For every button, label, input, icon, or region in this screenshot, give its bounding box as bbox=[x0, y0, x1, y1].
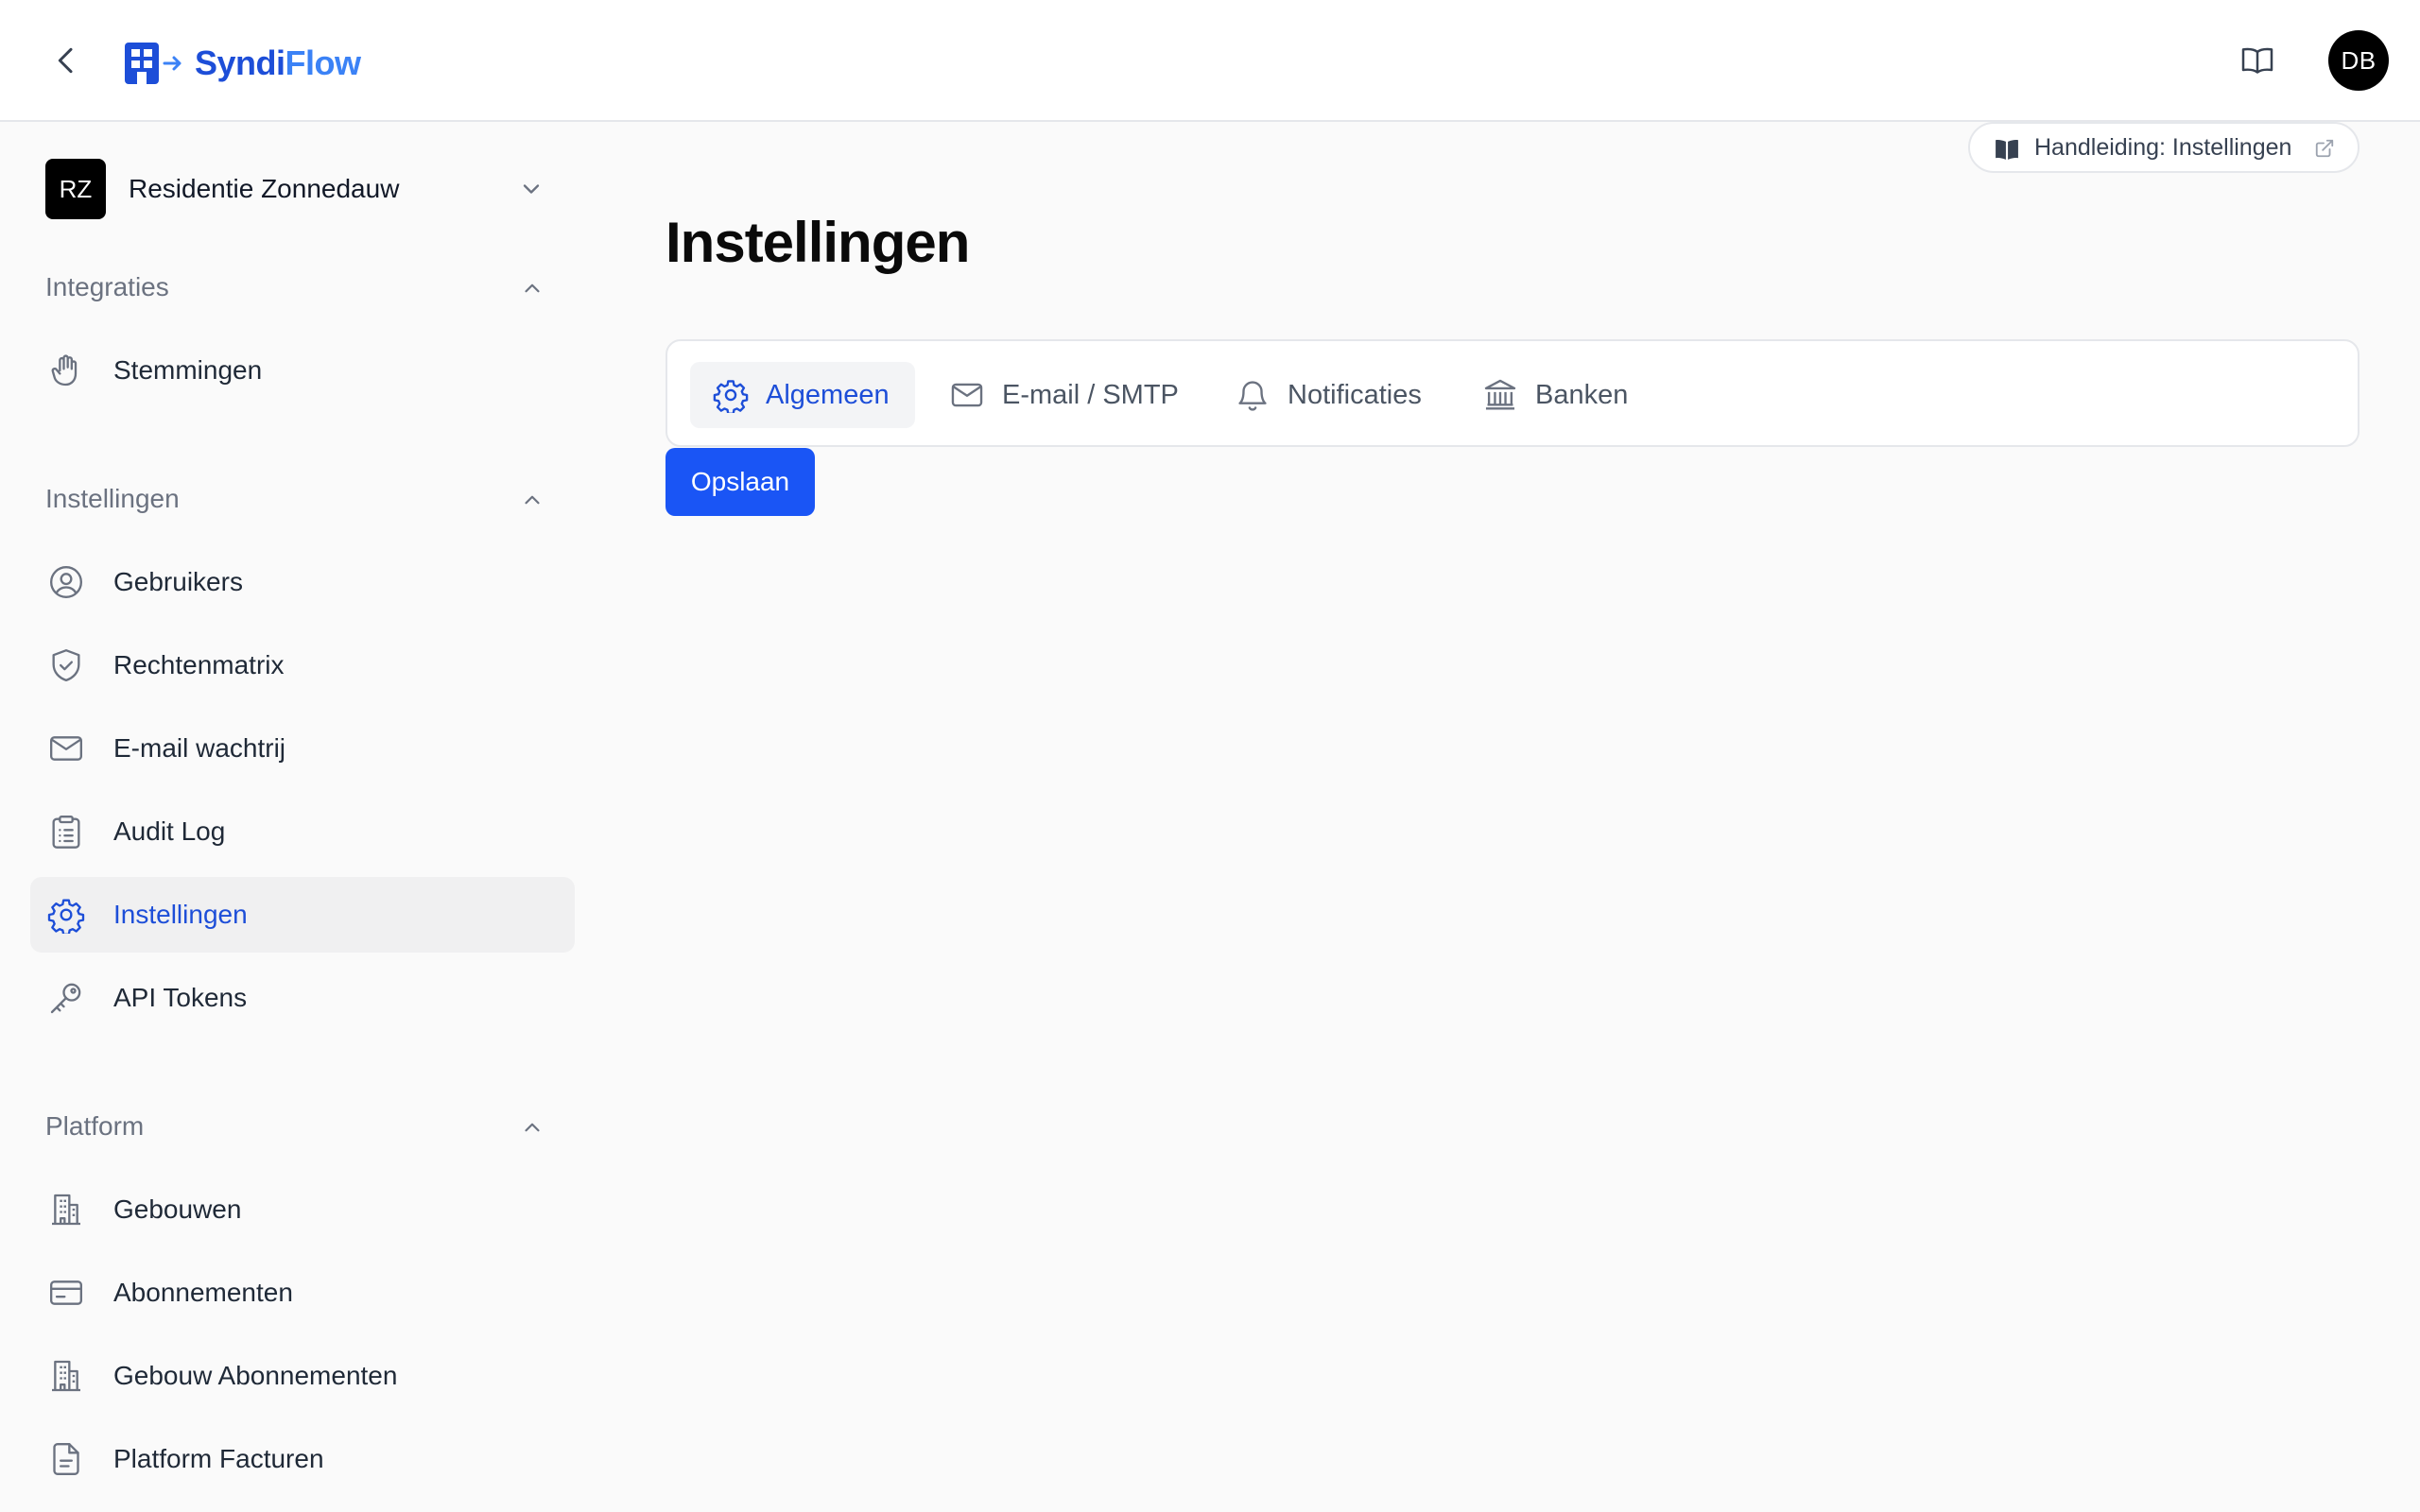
page-title: Instellingen bbox=[666, 211, 970, 274]
manual-link-label: Handleiding: Instellingen bbox=[2034, 133, 2292, 161]
sidebar-item-email-wachtrij[interactable]: E-mail wachtrij bbox=[30, 711, 575, 786]
file-text-icon bbox=[53, 1443, 79, 1475]
section-integraties[interactable]: Integraties bbox=[45, 268, 556, 306]
sidebar-item-label: E-mail wachtrij bbox=[113, 733, 286, 763]
mail-icon bbox=[951, 383, 983, 407]
sidebar-item-instellingen[interactable]: Instellingen bbox=[30, 877, 575, 953]
tab-notificaties[interactable]: Notificaties bbox=[1212, 362, 1439, 428]
section-instellingen[interactable]: Instellingen bbox=[45, 480, 556, 518]
gear-icon bbox=[713, 380, 749, 413]
tab-label: Notificaties bbox=[1288, 379, 1422, 410]
org-name: Residentie Zonnedauw bbox=[129, 174, 400, 203]
logo-icon bbox=[125, 43, 182, 84]
sidebar-item-gebruikers[interactable]: Gebruikers bbox=[30, 544, 575, 620]
book-open-icon bbox=[2241, 47, 2273, 74]
section-title: Instellingen bbox=[45, 484, 180, 513]
user-avatar[interactable]: DB bbox=[2328, 30, 2389, 91]
credit-card-icon bbox=[50, 1280, 83, 1305]
building-icon bbox=[52, 1194, 80, 1226]
sidebar-item-label: Gebruikers bbox=[113, 567, 243, 596]
sidebar-item-label: Platform Facturen bbox=[113, 1444, 324, 1473]
organization-switcher[interactable]: RZ Residentie Zonnedauw bbox=[45, 159, 556, 219]
chevron-up-icon bbox=[525, 495, 540, 505]
clipboard-list-icon bbox=[52, 816, 80, 849]
sidebar-item-rechtenmatrix[interactable]: Rechtenmatrix bbox=[30, 627, 575, 703]
shield-check-icon bbox=[52, 649, 80, 681]
app-logo[interactable]: SyndiFlow bbox=[123, 40, 361, 87]
chevron-up-icon bbox=[525, 284, 540, 293]
chevron-down-icon bbox=[523, 184, 540, 194]
bell-icon bbox=[1238, 381, 1267, 411]
sidebar-item-gebouwen[interactable]: Gebouwen bbox=[30, 1172, 575, 1247]
sidebar-item-stemmingen[interactable]: Stemmingen bbox=[30, 333, 575, 408]
sidebar-item-label: Stemmingen bbox=[113, 355, 263, 385]
user-circle-icon bbox=[50, 566, 82, 598]
mail-icon bbox=[50, 736, 82, 761]
sidebar-item-label: Rechtenmatrix bbox=[113, 650, 285, 679]
external-link-icon bbox=[2315, 139, 2334, 158]
sidebar-item-label: Gebouwen bbox=[113, 1194, 242, 1224]
sidebar-item-label: Audit Log bbox=[113, 816, 226, 846]
key-icon bbox=[50, 983, 81, 1014]
sidebar-item-api-tokens[interactable]: API Tokens bbox=[30, 960, 575, 1036]
chevron-up-icon bbox=[525, 1123, 540, 1132]
sidebar-item-abonnementen[interactable]: Abonnementen bbox=[30, 1255, 575, 1331]
section-title: Integraties bbox=[45, 272, 169, 301]
hand-icon bbox=[51, 354, 78, 387]
sidebar-item-audit-log[interactable]: Audit Log bbox=[30, 794, 575, 869]
tab-label: Algemeen bbox=[766, 379, 890, 410]
sidebar-item-platform-facturen[interactable]: Platform Facturen bbox=[30, 1421, 575, 1497]
settings-tabs: Algemeen E-mail / SMTP Notificaties Bank… bbox=[666, 339, 2360, 447]
book-icon bbox=[1996, 140, 2018, 160]
bank-icon bbox=[1484, 379, 1516, 410]
section-platform[interactable]: Platform bbox=[45, 1108, 556, 1145]
tab-algemeen[interactable]: Algemeen bbox=[690, 362, 915, 428]
sidebar-item-label: Abonnementen bbox=[113, 1278, 293, 1307]
tab-label: E-mail / SMTP bbox=[1002, 379, 1179, 410]
sidebar-item-label: Instellingen bbox=[113, 900, 248, 929]
sidebar-item-gebouw-abonnementen[interactable]: Gebouw Abonnementen bbox=[30, 1338, 575, 1414]
section-title: Platform bbox=[45, 1111, 145, 1141]
gear-icon bbox=[47, 899, 85, 934]
building-icon bbox=[52, 1360, 80, 1392]
sidebar-item-label: API Tokens bbox=[113, 983, 248, 1012]
documentation-button[interactable] bbox=[2238, 42, 2276, 79]
save-button[interactable]: Opslaan bbox=[666, 448, 815, 516]
back-button[interactable] bbox=[47, 42, 85, 79]
org-badge: RZ bbox=[45, 159, 106, 219]
tab-email-smtp[interactable]: E-mail / SMTP bbox=[926, 362, 1201, 428]
logo-text: SyndiFlow bbox=[195, 43, 361, 82]
chevron-left-icon bbox=[58, 47, 73, 74]
sidebar-item-label: Gebouw Abonnementen bbox=[113, 1361, 398, 1390]
tab-label: Banken bbox=[1535, 379, 1629, 410]
tab-banken[interactable]: Banken bbox=[1461, 362, 1651, 428]
top-bar: SyndiFlow DB bbox=[0, 0, 2420, 122]
manual-link[interactable]: Handleiding: Instellingen bbox=[1968, 122, 2360, 173]
